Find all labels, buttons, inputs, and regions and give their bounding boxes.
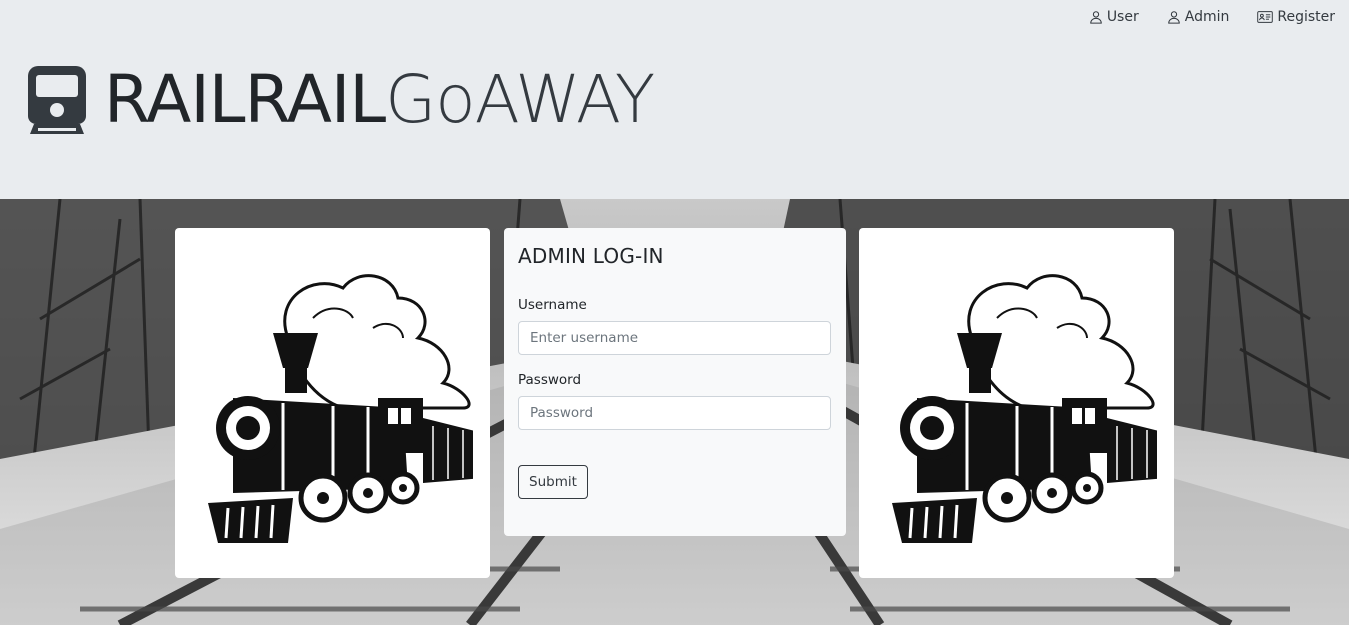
submit-button[interactable]: Submit (518, 465, 588, 499)
username-label: Username (518, 297, 587, 313)
brand-title: RAILRAILGoAWAY (104, 61, 655, 138)
person-icon (1167, 11, 1180, 24)
username-input[interactable] (518, 321, 831, 355)
person-icon (1090, 11, 1102, 24)
steam-locomotive-illustration (891, 274, 1157, 543)
nav-user-label: User (1106, 9, 1139, 25)
brand-logo[interactable]: RAILRAILGoAWAY (28, 61, 655, 138)
steam-locomotive-illustration (207, 274, 473, 543)
train-front-icon (28, 66, 86, 134)
nav-user-link[interactable]: User (1089, 9, 1139, 25)
password-label: Password (518, 372, 582, 388)
nav-admin-label: Admin (1184, 9, 1230, 25)
top-nav: User Admin Register (1089, 9, 1335, 25)
brand-title-bold: RAILRAIL (104, 61, 386, 138)
admin-login-form: ADMIN LOG-IN Username Password Submit (504, 228, 846, 536)
nav-admin-link[interactable]: Admin (1167, 9, 1230, 25)
id-card-icon (1257, 11, 1274, 23)
brand-title-light: GoAWAY (385, 61, 655, 138)
locomotive-image-right (859, 228, 1174, 578)
password-input[interactable] (518, 396, 831, 430)
login-title: ADMIN LOG-IN (518, 244, 664, 268)
nav-register-link[interactable]: Register (1257, 9, 1335, 25)
locomotive-image-left (175, 228, 490, 578)
nav-register-label: Register (1277, 9, 1335, 25)
site-header: User Admin Register RAILRAILGoAWAY (0, 0, 1349, 199)
